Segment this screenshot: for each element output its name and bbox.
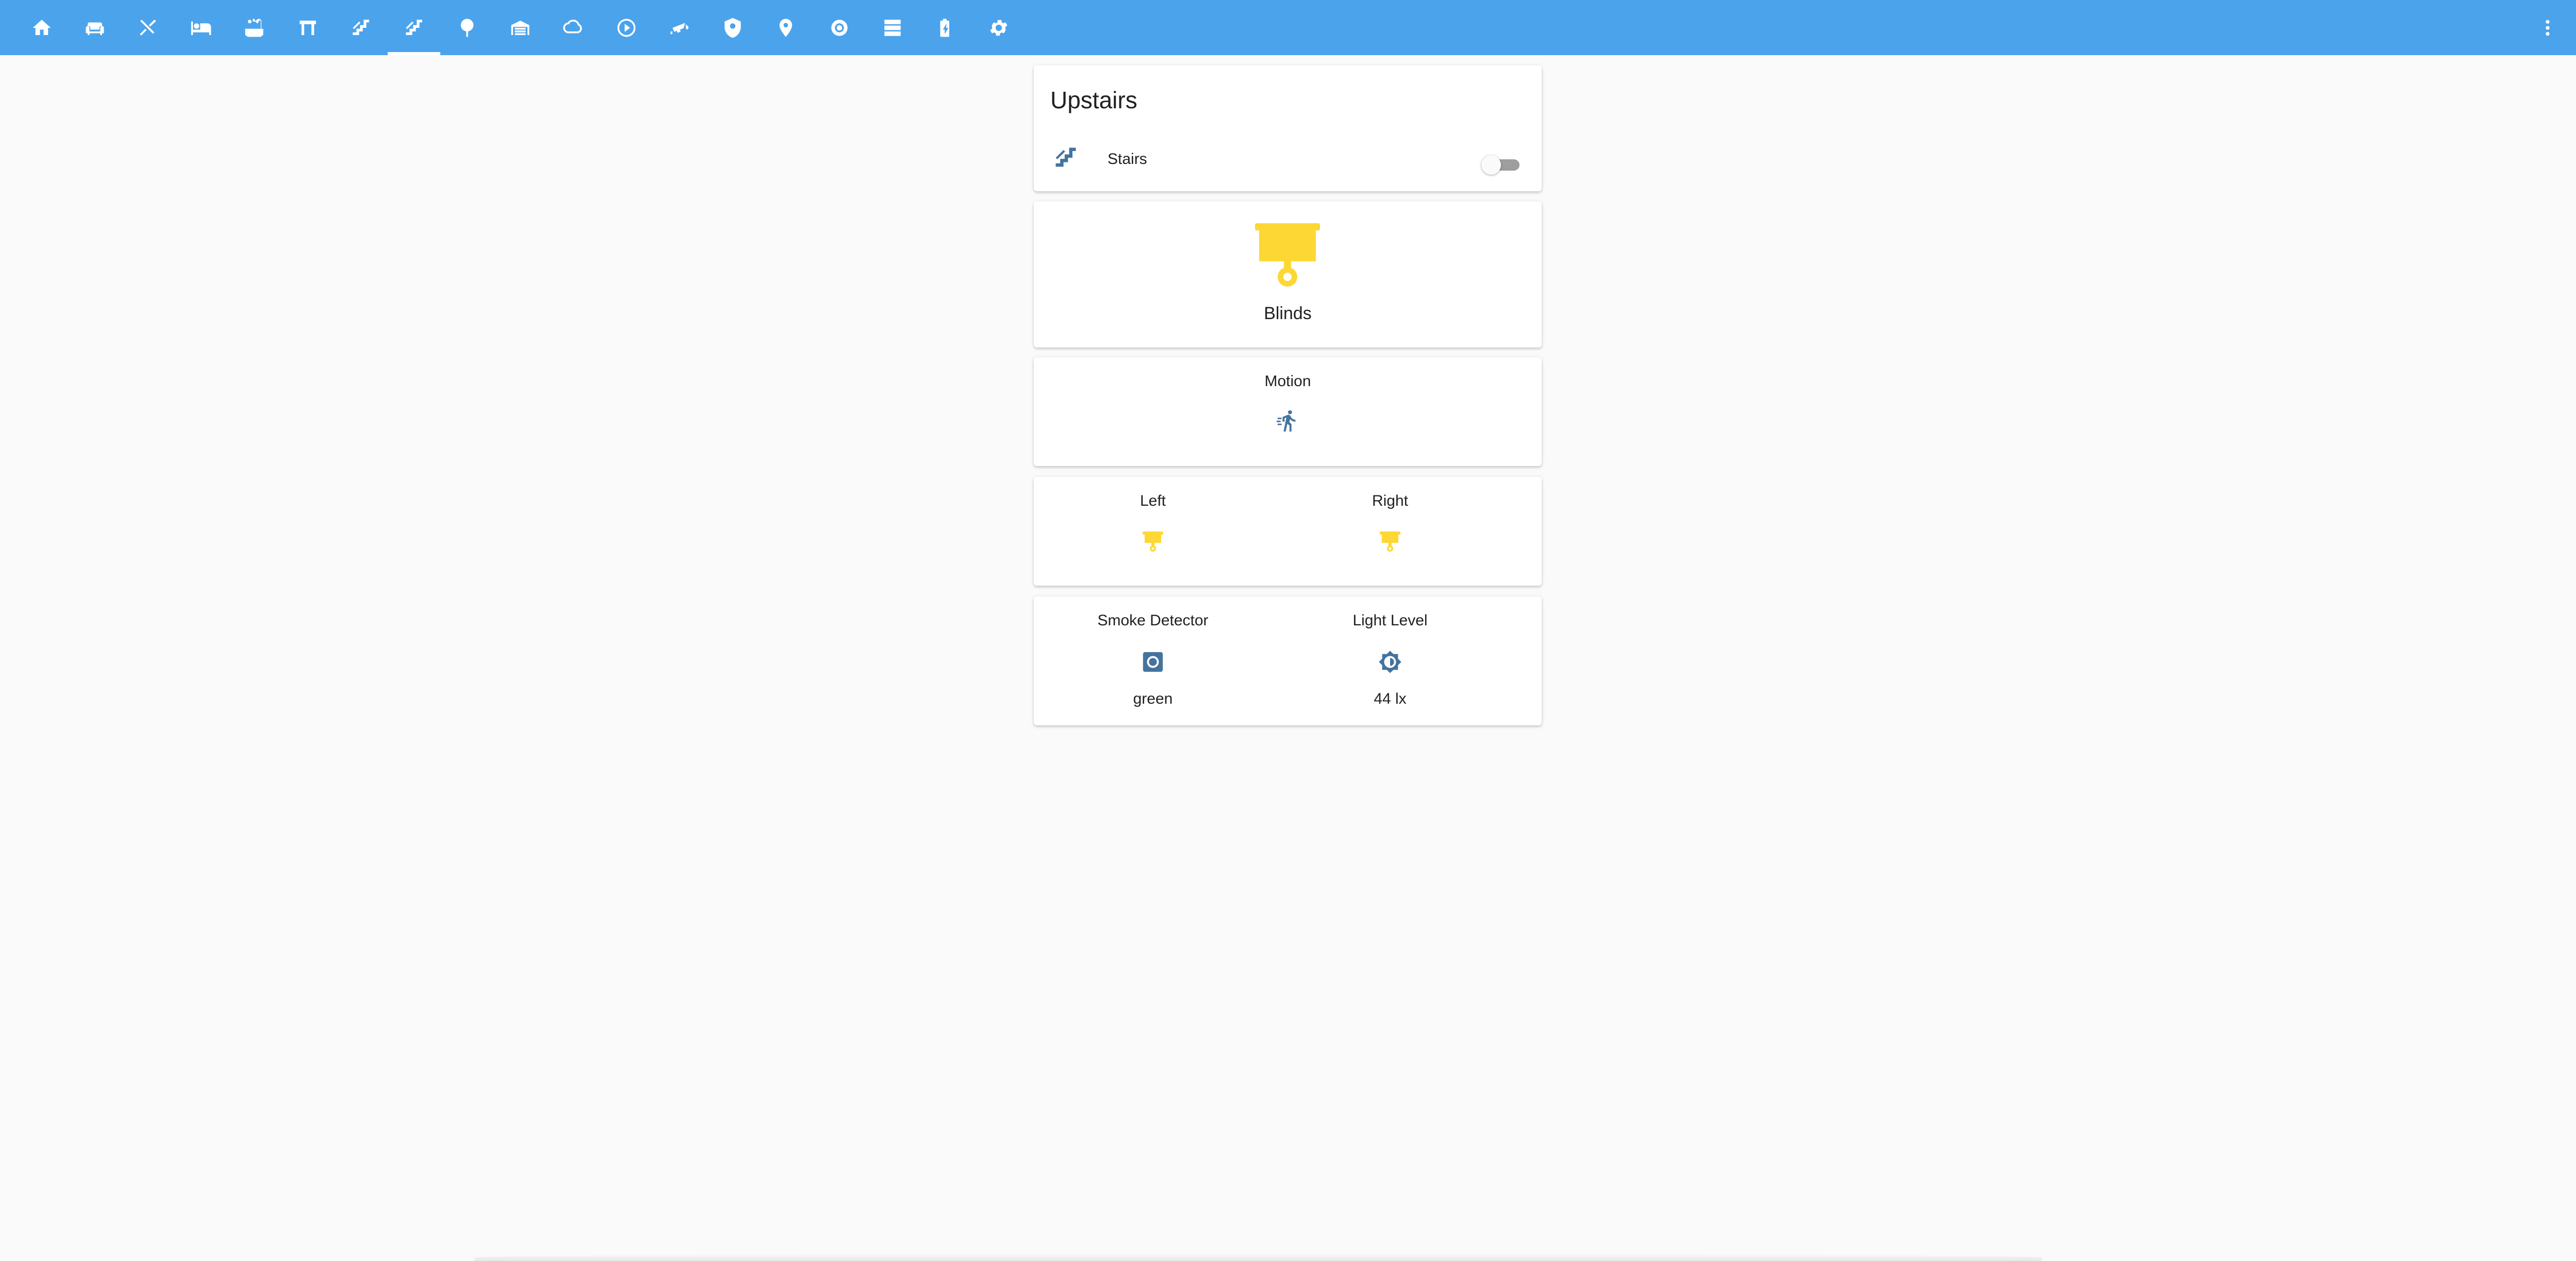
bathtub-icon (245, 19, 263, 37)
stairs-icon[interactable] (1052, 144, 1079, 171)
settings-icon (990, 20, 1008, 36)
card-title: Upstairs (1050, 87, 1137, 113)
stairs-icon (352, 19, 369, 35)
smoke-detector-icon[interactable] (1141, 650, 1165, 674)
weather-icon (563, 19, 582, 33)
tab-stairs[interactable] (335, 0, 387, 55)
ceiling-light-icon[interactable] (1379, 530, 1401, 553)
motion-label: Motion (1264, 373, 1311, 390)
tab-tree[interactable] (441, 0, 493, 55)
ceiling-light-icon (1254, 223, 1321, 290)
tab-shield[interactable] (706, 0, 759, 55)
home-icon (32, 19, 51, 35)
lights-card: Left Right (1034, 477, 1542, 586)
tab-battery-charging[interactable] (919, 0, 972, 55)
stairs-toggle[interactable] (1481, 150, 1523, 180)
tab-server[interactable] (866, 0, 919, 55)
light-level-label: Light Level (1352, 612, 1428, 629)
sofa-icon (86, 22, 104, 35)
bottom-shadow (474, 1254, 2042, 1261)
tab-map-marker[interactable] (759, 0, 812, 55)
tab-settings[interactable] (972, 0, 1025, 55)
dots-vertical-icon (2546, 20, 2550, 36)
tab-home[interactable] (15, 0, 68, 55)
server-icon (884, 19, 901, 36)
battery-charging-icon (940, 19, 949, 37)
tab-bathtub[interactable] (228, 0, 280, 55)
active-tab-indicator (387, 52, 440, 55)
tab-bed[interactable] (175, 0, 227, 55)
app-header (0, 0, 2576, 55)
tab-gate[interactable] (282, 0, 334, 55)
tab-stairs-up[interactable] (387, 0, 440, 55)
run-icon[interactable] (1277, 409, 1300, 433)
shield-icon (724, 18, 741, 38)
map-marker-icon (780, 19, 792, 37)
ceiling-light-icon[interactable] (1142, 530, 1164, 553)
tab-silverware[interactable] (122, 0, 174, 55)
right-light-label: Right (1372, 492, 1409, 509)
motion-card: Motion (1034, 357, 1542, 466)
bed-icon (191, 21, 211, 35)
tab-robot-vacuum[interactable] (813, 0, 866, 55)
sensors-card: Smoke Detector Light Level green 44 lx (1034, 596, 1542, 725)
cctv-icon (670, 22, 689, 34)
upstairs-card: Upstairs Stairs (1034, 65, 1542, 191)
tab-weather[interactable] (547, 0, 600, 55)
play-circle-icon (617, 19, 636, 37)
overflow-menu-button[interactable] (2519, 0, 2576, 55)
tree-icon (460, 19, 474, 37)
stairs-up-icon (405, 19, 422, 35)
toggle-thumb (1481, 155, 1501, 175)
smoke-detector-label: Smoke Detector (1097, 612, 1209, 629)
garage-icon (511, 20, 530, 35)
entity-label-stairs[interactable]: Stairs (1108, 151, 1147, 168)
tab-play-circle[interactable] (600, 0, 653, 55)
tab-sofa[interactable] (69, 0, 121, 55)
tab-cctv[interactable] (653, 0, 706, 55)
light-level-state: 44 lx (1374, 690, 1407, 707)
smoke-detector-state: green (1133, 690, 1173, 707)
blinds-label: Blinds (1264, 304, 1312, 323)
left-light-label: Left (1140, 492, 1166, 509)
gate-icon (299, 20, 316, 35)
silverware-icon (140, 19, 156, 36)
blinds-card[interactable]: Blinds (1034, 202, 1542, 347)
brightness-icon[interactable] (1378, 650, 1402, 674)
robot-vacuum-icon (831, 19, 848, 36)
tab-garage[interactable] (494, 0, 547, 55)
